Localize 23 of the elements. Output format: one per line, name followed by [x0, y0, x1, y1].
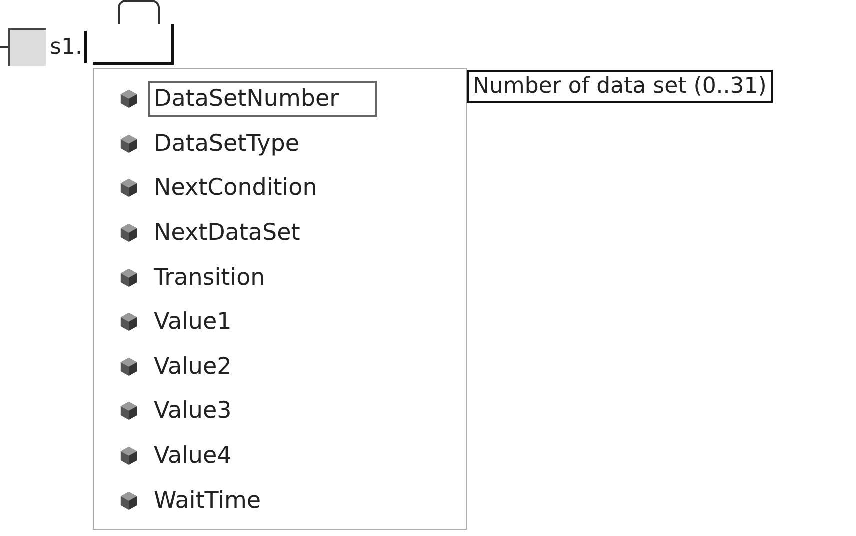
completion-item[interactable]: Value1 [94, 300, 466, 345]
completion-item[interactable]: NextDataSet [94, 210, 466, 256]
cube-icon [120, 356, 138, 377]
cube-icon [120, 134, 138, 154]
cube-icon [120, 490, 138, 511]
cube-icon [120, 446, 138, 466]
completion-item[interactable]: Transition [94, 255, 466, 300]
pin-shape [118, 0, 160, 24]
cube-icon [120, 312, 138, 332]
completion-item[interactable]: Value3 [94, 389, 466, 434]
cube-icon [120, 401, 138, 422]
cube-icon [120, 178, 138, 198]
completion-item[interactable]: Value4 [94, 434, 466, 478]
completion-item[interactable]: WaitTime [94, 478, 466, 523]
block-shape [8, 28, 46, 66]
cube-icon [120, 223, 138, 244]
completion-item[interactable]: Value2 [94, 344, 466, 390]
completion-item[interactable]: NextCondition [94, 166, 466, 211]
cube-icon [120, 89, 138, 110]
completion-item[interactable]: DataSetType [94, 122, 466, 166]
cube-icon [120, 268, 138, 288]
text-cursor [84, 31, 88, 63]
tooltip: Number of data set (0..31) [467, 70, 773, 103]
